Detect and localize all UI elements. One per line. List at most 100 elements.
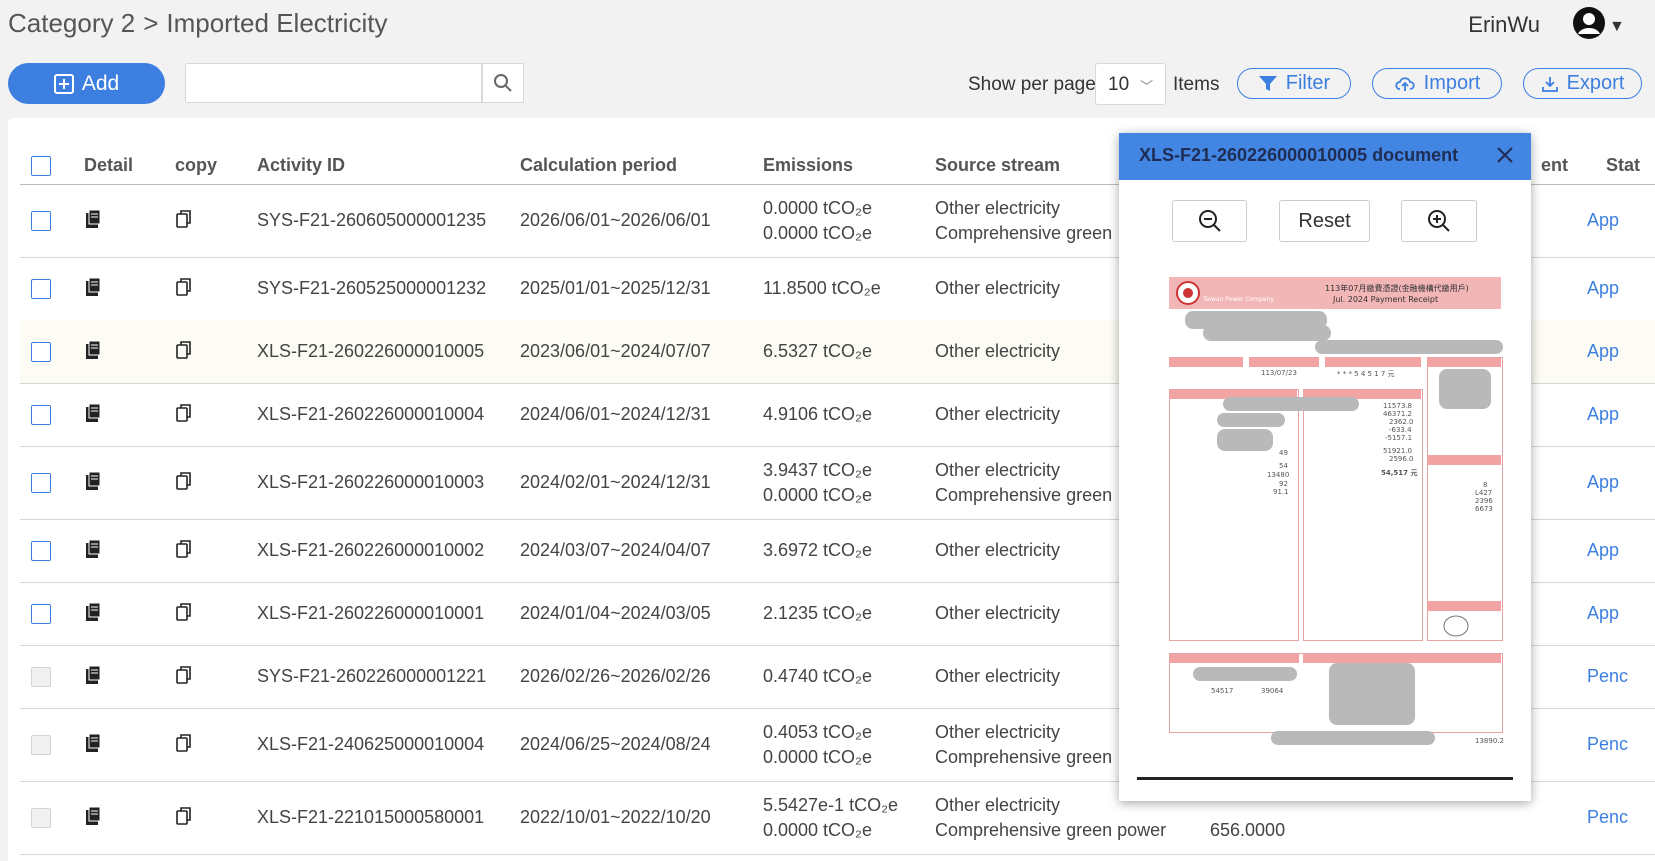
receipt-invoice-value: 54517 bbox=[1211, 687, 1234, 695]
add-icon bbox=[53, 73, 74, 94]
copy-icon[interactable] bbox=[175, 277, 193, 297]
add-button[interactable]: Add bbox=[8, 63, 165, 104]
activity-id[interactable]: XLS-F21-240625000010004 bbox=[257, 734, 484, 755]
detail-icon[interactable] bbox=[84, 733, 102, 753]
status-link[interactable]: App bbox=[1587, 341, 1619, 362]
copy-icon[interactable] bbox=[175, 471, 193, 491]
activity-id[interactable]: XLS-F21-260226000010003 bbox=[257, 472, 484, 493]
header-activity-id[interactable]: Activity ID bbox=[257, 155, 345, 176]
row-checkbox[interactable] bbox=[31, 211, 51, 231]
receipt-section-bar bbox=[1427, 455, 1501, 465]
detail-icon[interactable] bbox=[84, 602, 102, 622]
source-stream: Other electricity bbox=[935, 539, 1061, 560]
search-button[interactable] bbox=[482, 63, 524, 103]
close-icon[interactable] bbox=[1495, 145, 1515, 165]
calculation-period: 2024/06/01~2024/12/31 bbox=[520, 403, 711, 424]
detail-icon[interactable] bbox=[84, 806, 102, 826]
row-checkbox[interactable] bbox=[31, 540, 51, 561]
row-checkbox[interactable] bbox=[31, 603, 51, 624]
per-page-select[interactable]: 10 ﹀ bbox=[1095, 63, 1166, 105]
receipt-invoice-value: 39064 bbox=[1261, 687, 1284, 695]
activity-id[interactable]: SYS-F21-260525000001232 bbox=[257, 278, 486, 299]
header-emissions[interactable]: Emissions bbox=[763, 155, 853, 176]
detail-icon[interactable] bbox=[84, 340, 102, 360]
document-preview-modal: XLS-F21-260226000010005 document Reset T… bbox=[1119, 133, 1531, 801]
row-checkbox bbox=[31, 666, 51, 687]
receipt-other-value: 6673 bbox=[1475, 505, 1493, 513]
copy-icon[interactable] bbox=[175, 733, 193, 753]
zoom-in-button[interactable] bbox=[1401, 200, 1477, 242]
activity-id[interactable]: XLS-F21-260226000010005 bbox=[257, 341, 484, 362]
chevron-down-icon[interactable]: ▼ bbox=[1609, 18, 1625, 36]
copy-icon[interactable] bbox=[175, 403, 193, 423]
activity-id[interactable]: XLS-F21-260226000010002 bbox=[257, 540, 484, 561]
detail-icon[interactable] bbox=[84, 471, 102, 491]
breadcrumb-separator: > bbox=[143, 8, 159, 38]
row-checkbox[interactable] bbox=[31, 404, 51, 425]
status-link[interactable]: Penc bbox=[1587, 807, 1628, 828]
emissions-value: 0.0000 tCO₂e bbox=[763, 819, 873, 840]
redacted-block bbox=[1271, 731, 1435, 745]
calculation-period: 2024/06/25~2024/08/24 bbox=[520, 733, 711, 754]
activity-id[interactable]: SYS-F21-260226000001221 bbox=[257, 666, 486, 687]
redacted-block bbox=[1217, 413, 1285, 427]
activity-id[interactable]: SYS-F21-260605000001235 bbox=[257, 210, 486, 231]
row-checkbox bbox=[31, 807, 51, 828]
row-checkbox bbox=[31, 734, 51, 755]
row-checkbox[interactable] bbox=[31, 278, 51, 299]
activity-id[interactable]: XLS-F21-260226000010004 bbox=[257, 404, 484, 425]
copy-icon[interactable] bbox=[175, 340, 193, 360]
activity-id[interactable]: XLS-F21-221015000580001 bbox=[257, 807, 484, 828]
user-avatar-icon[interactable] bbox=[1572, 6, 1606, 40]
zoom-out-button[interactable] bbox=[1172, 200, 1247, 242]
header-status-partial: Stat bbox=[1606, 155, 1641, 175]
header-detail: Detail bbox=[84, 155, 134, 175]
receipt-section-bar bbox=[1325, 357, 1421, 367]
copy-icon[interactable] bbox=[175, 602, 193, 622]
filter-label: Filter bbox=[1285, 72, 1331, 94]
select-all-checkbox[interactable] bbox=[31, 156, 51, 176]
row-checkbox[interactable] bbox=[31, 341, 51, 362]
header-calculation-period[interactable]: Calculation period bbox=[520, 155, 677, 176]
emissions-value: 11.8500 tCO₂e bbox=[763, 277, 881, 298]
receipt-section-bar bbox=[1249, 357, 1319, 367]
download-icon bbox=[1541, 76, 1558, 92]
receipt-charge: 46371.2 bbox=[1383, 410, 1412, 418]
user-name[interactable]: ErinWu bbox=[1468, 12, 1540, 38]
import-button[interactable]: Import bbox=[1372, 68, 1502, 99]
search-input[interactable] bbox=[185, 63, 482, 103]
status-link[interactable]: App bbox=[1587, 472, 1619, 493]
status-link[interactable]: App bbox=[1587, 278, 1619, 299]
source-stream: Other electricity bbox=[935, 198, 1061, 218]
receipt-energy: 13480 bbox=[1267, 471, 1290, 479]
detail-icon[interactable] bbox=[84, 539, 102, 559]
status-link[interactable]: App bbox=[1587, 210, 1619, 231]
header-source-stream[interactable]: Source stream bbox=[935, 155, 1060, 176]
zoom-in-icon bbox=[1428, 210, 1450, 232]
per-page-value: 10 bbox=[1108, 74, 1130, 95]
reset-zoom-button[interactable]: Reset bbox=[1279, 200, 1370, 242]
status-link[interactable]: App bbox=[1587, 404, 1619, 425]
detail-icon[interactable] bbox=[84, 665, 102, 685]
receipt-tax: 2596.0 bbox=[1389, 455, 1414, 463]
zoom-out-icon bbox=[1198, 210, 1221, 232]
export-button[interactable]: Export bbox=[1523, 68, 1642, 99]
detail-icon[interactable] bbox=[84, 403, 102, 423]
status-link[interactable]: Penc bbox=[1587, 734, 1628, 755]
status-link[interactable]: Penc bbox=[1587, 666, 1628, 687]
copy-icon[interactable] bbox=[175, 665, 193, 685]
breadcrumb-category[interactable]: Category 2 bbox=[8, 8, 135, 38]
detail-icon[interactable] bbox=[84, 277, 102, 297]
status-link[interactable]: App bbox=[1587, 540, 1619, 561]
filter-button[interactable]: Filter bbox=[1237, 68, 1351, 99]
receipt-date: 113/07/23 bbox=[1261, 369, 1297, 377]
status-link[interactable]: App bbox=[1587, 603, 1619, 624]
add-label: Add bbox=[81, 71, 120, 95]
activity-id[interactable]: XLS-F21-260226000010001 bbox=[257, 603, 484, 624]
copy-icon[interactable] bbox=[175, 539, 193, 559]
copy-icon[interactable] bbox=[175, 209, 193, 229]
detail-icon[interactable] bbox=[84, 209, 102, 229]
row-checkbox[interactable] bbox=[31, 472, 51, 493]
receipt-document-image[interactable]: Taiwan Power Company 113年07月繳費憑證(金融機構代繳用… bbox=[1137, 257, 1513, 777]
copy-icon[interactable] bbox=[175, 806, 193, 826]
